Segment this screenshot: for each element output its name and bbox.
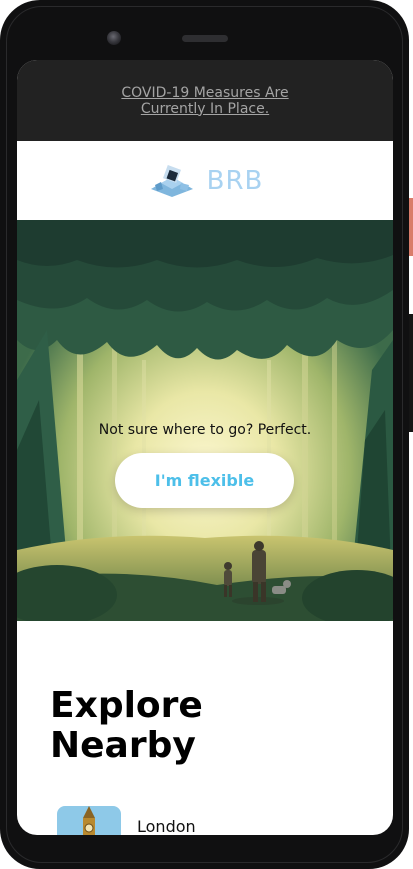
im-flexible-button[interactable]: I'm flexible	[115, 453, 294, 508]
forest-illustration	[17, 220, 393, 621]
nearby-item-label: London	[137, 817, 196, 835]
big-ben-icon	[57, 806, 121, 835]
covid-banner: COVID-19 Measures Are Currently In Place…	[17, 60, 393, 141]
hero-section: Not sure where to go? Perfect. I'm flexi…	[17, 220, 393, 621]
camera-icon	[107, 31, 121, 45]
screen: COVID-19 Measures Are Currently In Place…	[17, 60, 393, 835]
site-header: BRB	[17, 141, 393, 220]
side-button	[409, 314, 413, 432]
explore-nearby-title: Explore Nearby	[50, 685, 203, 766]
side-accent	[409, 198, 413, 256]
hero-tagline: Not sure where to go? Perfect.	[98, 422, 312, 438]
nearby-item-london[interactable]: London	[57, 806, 357, 835]
phone-frame: COVID-19 Measures Are Currently In Place…	[0, 0, 409, 869]
logo-text: BRB	[206, 165, 264, 196]
covid-measures-link[interactable]: COVID-19 Measures Are Currently In Place…	[105, 85, 305, 117]
speaker-grille	[182, 35, 228, 42]
logo-icon	[150, 164, 193, 197]
brb-logo[interactable]: BRB	[147, 163, 264, 199]
